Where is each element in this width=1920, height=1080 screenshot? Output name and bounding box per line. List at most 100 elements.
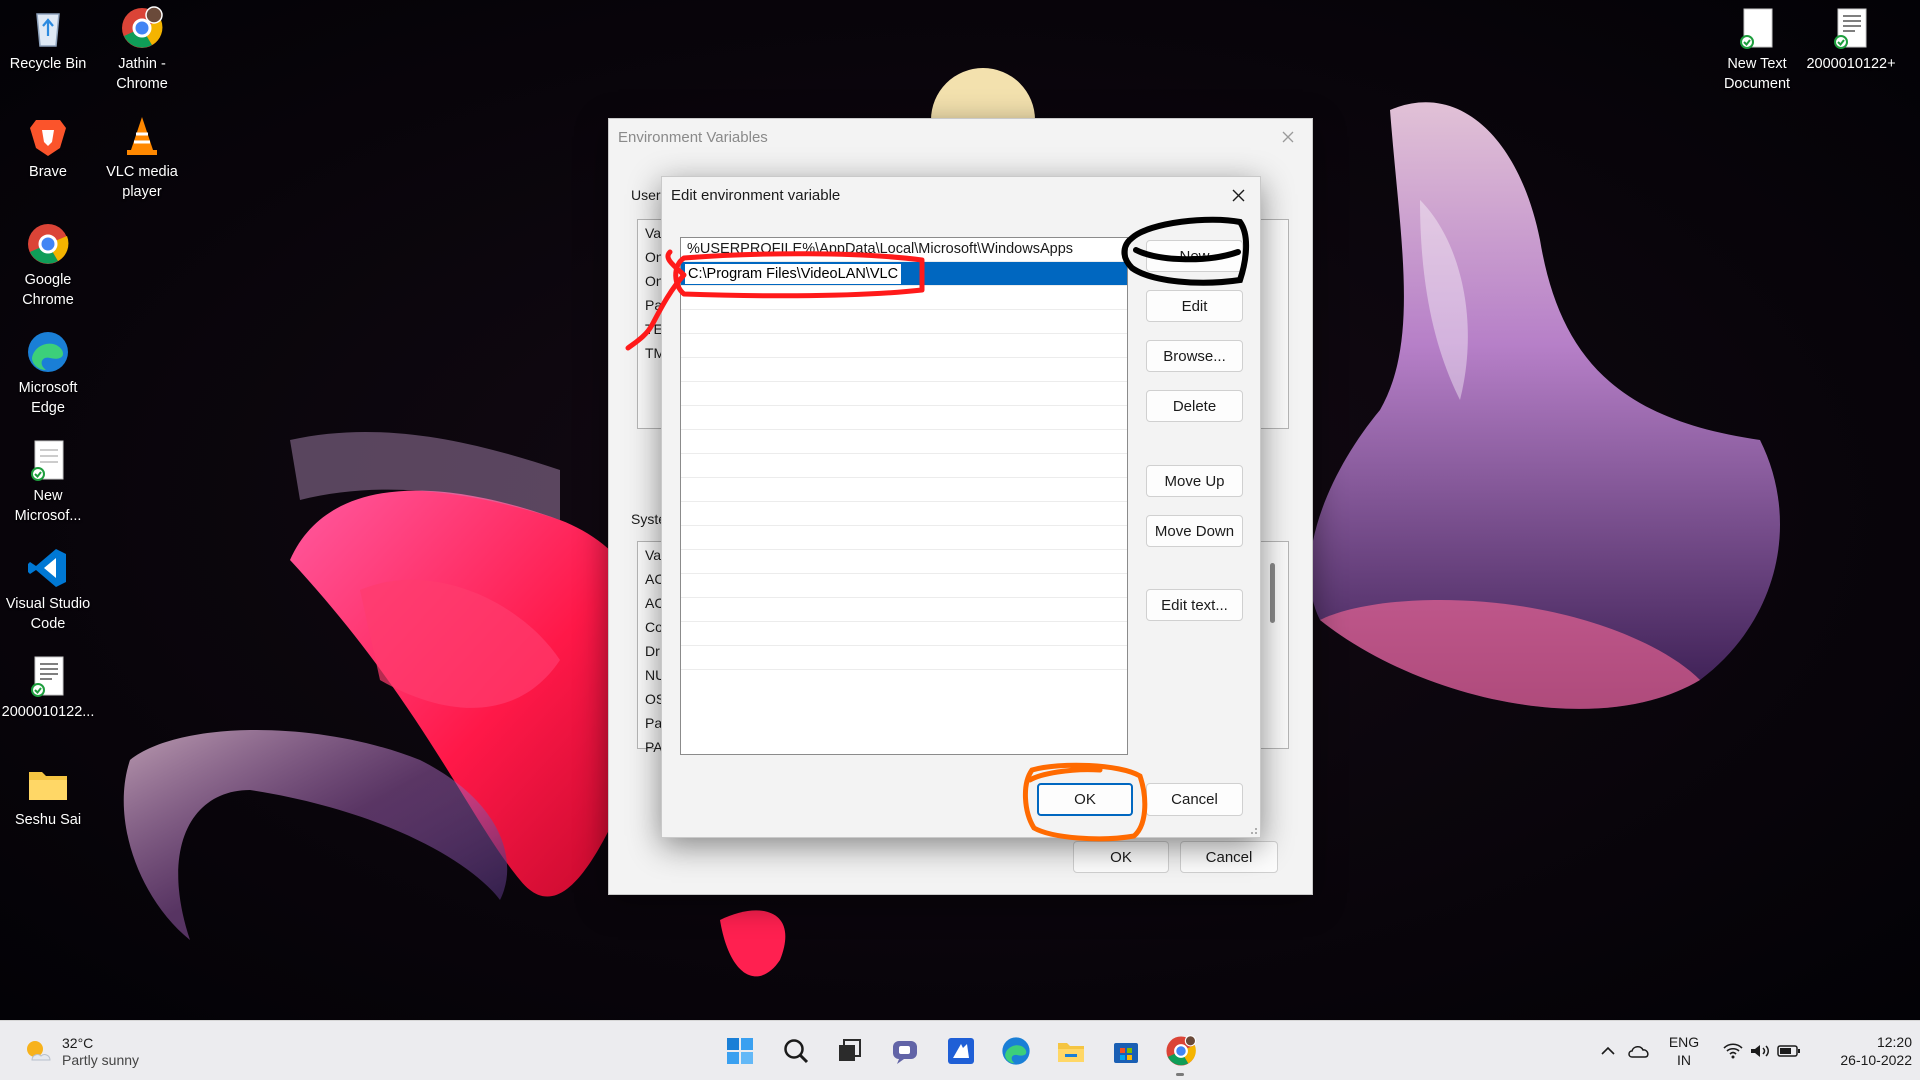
language-indicator[interactable]: ENG IN: [1664, 1033, 1704, 1069]
taskbar: 32°C Partly sunny ENG IN 12:20 26-10-202…: [0, 1020, 1920, 1080]
document-icon: [31, 656, 64, 697]
scrollbar-thumb[interactable]: [1270, 563, 1275, 623]
document-icon: [1834, 8, 1867, 49]
env-ok-button[interactable]: OK: [1073, 841, 1169, 873]
env-cancel-button[interactable]: Cancel: [1180, 841, 1278, 873]
path-row-empty[interactable]: [681, 454, 1127, 478]
desktop-icon-label: New Microsof...: [14, 488, 82, 524]
active-app-indicator: [1176, 1073, 1184, 1076]
desktop-icon-label: Recycle Bin: [9, 56, 87, 72]
dialog-title: Environment Variables: [618, 129, 768, 146]
desktop-icon-vscode[interactable]: Visual Studio Code: [0, 546, 96, 634]
teams-chat-button[interactable]: [887, 1033, 923, 1069]
ok-button[interactable]: OK: [1037, 783, 1133, 816]
path-list[interactable]: %USERPROFILE%\AppData\Local\Microsoft\Wi…: [680, 237, 1128, 755]
edge-icon: [28, 332, 68, 372]
language-code: ENG: [1668, 1034, 1700, 1050]
start-icon: [727, 1038, 753, 1064]
path-row-empty[interactable]: [681, 574, 1127, 598]
path-row-empty[interactable]: [681, 334, 1127, 358]
move-down-button[interactable]: Move Down: [1146, 515, 1243, 547]
edit-button[interactable]: Edit: [1146, 290, 1243, 322]
app-icon: [948, 1038, 974, 1064]
path-value: %USERPROFILE%\AppData\Local\Microsoft\Wi…: [687, 241, 1074, 257]
desktop-icon-microsoft-edge[interactable]: Microsoft Edge: [0, 330, 96, 418]
close-button[interactable]: [1220, 180, 1256, 210]
desktop-icon-label: New Text Document: [1723, 56, 1791, 92]
path-row-empty[interactable]: [681, 310, 1127, 334]
volume-icon: [1751, 1045, 1769, 1057]
path-row[interactable]: %USERPROFILE%\AppData\Local\Microsoft\Wi…: [681, 238, 1127, 262]
path-row-empty[interactable]: [681, 646, 1127, 670]
show-hidden-icons-button[interactable]: [1596, 1033, 1620, 1069]
onedrive-button[interactable]: [1624, 1033, 1654, 1069]
start-button[interactable]: [722, 1033, 758, 1069]
clock-time: 12:20: [1876, 1034, 1912, 1050]
word-document-icon: [31, 440, 64, 481]
delete-button[interactable]: Delete: [1146, 390, 1243, 422]
path-row-empty[interactable]: [681, 382, 1127, 406]
task-view-button[interactable]: [832, 1033, 868, 1069]
search-button[interactable]: [778, 1033, 814, 1069]
desktop-icon-seshu-sai[interactable]: Seshu Sai: [0, 762, 96, 830]
close-button[interactable]: [1270, 122, 1306, 152]
resize-grip-icon[interactable]: [1246, 823, 1258, 835]
new-button[interactable]: New: [1146, 240, 1243, 272]
system-list-row: Va: [645, 547, 662, 563]
path-row-empty[interactable]: [681, 502, 1127, 526]
path-row-selected[interactable]: C:\Program Files\VideoLAN\VLC: [681, 262, 1127, 286]
cloud-icon: [1628, 1046, 1649, 1058]
path-row-empty[interactable]: [681, 526, 1127, 550]
desktop-icon-new-text-document[interactable]: New Text Document: [1709, 6, 1805, 94]
desktop-icon-new-microsoft[interactable]: New Microsof...: [0, 438, 96, 526]
battery-icon: [1777, 1045, 1800, 1057]
desktop-icon-google-chrome[interactable]: Google Chrome: [0, 222, 96, 310]
vlc-icon: [127, 117, 157, 155]
path-row-empty[interactable]: [681, 406, 1127, 430]
weather-temp: 32°C: [62, 1035, 94, 1051]
teams-chat-icon: [893, 1041, 917, 1064]
browse-button[interactable]: Browse...: [1146, 340, 1243, 372]
desktop-icon-label: 2000010122+: [1806, 56, 1896, 72]
app-button[interactable]: [943, 1033, 979, 1069]
desktop-icon-label: 2000010122...: [1, 704, 95, 720]
user-list-row: Va: [645, 225, 662, 241]
path-edit-field[interactable]: C:\Program Files\VideoLAN\VLC: [684, 263, 903, 285]
file-explorer-button[interactable]: [1053, 1033, 1089, 1069]
edge-icon: [1002, 1037, 1030, 1065]
path-row-empty[interactable]: [681, 550, 1127, 574]
path-row-empty[interactable]: [681, 286, 1127, 310]
move-up-button[interactable]: Move Up: [1146, 465, 1243, 497]
desktop-icon-document-right[interactable]: 2000010122+: [1803, 6, 1899, 74]
desktop-icon-brave[interactable]: Brave: [0, 114, 96, 182]
close-icon: [1282, 131, 1294, 143]
quick-settings-button[interactable]: [1712, 1033, 1812, 1069]
edit-environment-variable-dialog: Edit environment variable %USERPROFILE%\…: [661, 176, 1261, 838]
system-list-row: Dr: [645, 643, 660, 659]
path-row-empty[interactable]: [681, 478, 1127, 502]
desktop-icon-jathin-chrome[interactable]: Jathin - Chrome: [94, 6, 190, 94]
path-row-empty[interactable]: [681, 430, 1127, 454]
folder-icon: [29, 772, 67, 800]
weather-condition: Partly sunny: [62, 1052, 140, 1068]
wifi-icon: [1723, 1043, 1743, 1059]
clock[interactable]: 12:20 26-10-2022: [1812, 1033, 1912, 1069]
weather-widget[interactable]: 32°C Partly sunny: [22, 1035, 139, 1069]
path-row-empty[interactable]: [681, 622, 1127, 646]
user-variables-label: User: [631, 187, 661, 203]
cancel-button[interactable]: Cancel: [1146, 783, 1243, 816]
recycle-bin-icon: [36, 13, 60, 47]
desktop-icon-vlc[interactable]: VLC media player: [94, 114, 190, 202]
path-row-empty[interactable]: [681, 598, 1127, 622]
clock-date: 26-10-2022: [1840, 1052, 1912, 1068]
brave-icon: [30, 120, 66, 156]
edit-text-button[interactable]: Edit text...: [1146, 589, 1243, 621]
desktop-icon-recycle-bin[interactable]: Recycle Bin: [0, 6, 96, 74]
partly-sunny-icon: [27, 1041, 51, 1061]
desktop-icon-document-left[interactable]: 2000010122...: [0, 654, 96, 722]
path-row-empty[interactable]: [681, 358, 1127, 382]
chrome-taskbar-button[interactable]: [1163, 1033, 1199, 1069]
system-list-row: PA: [645, 739, 663, 755]
store-button[interactable]: [1108, 1033, 1144, 1069]
edge-taskbar-button[interactable]: [998, 1033, 1034, 1069]
